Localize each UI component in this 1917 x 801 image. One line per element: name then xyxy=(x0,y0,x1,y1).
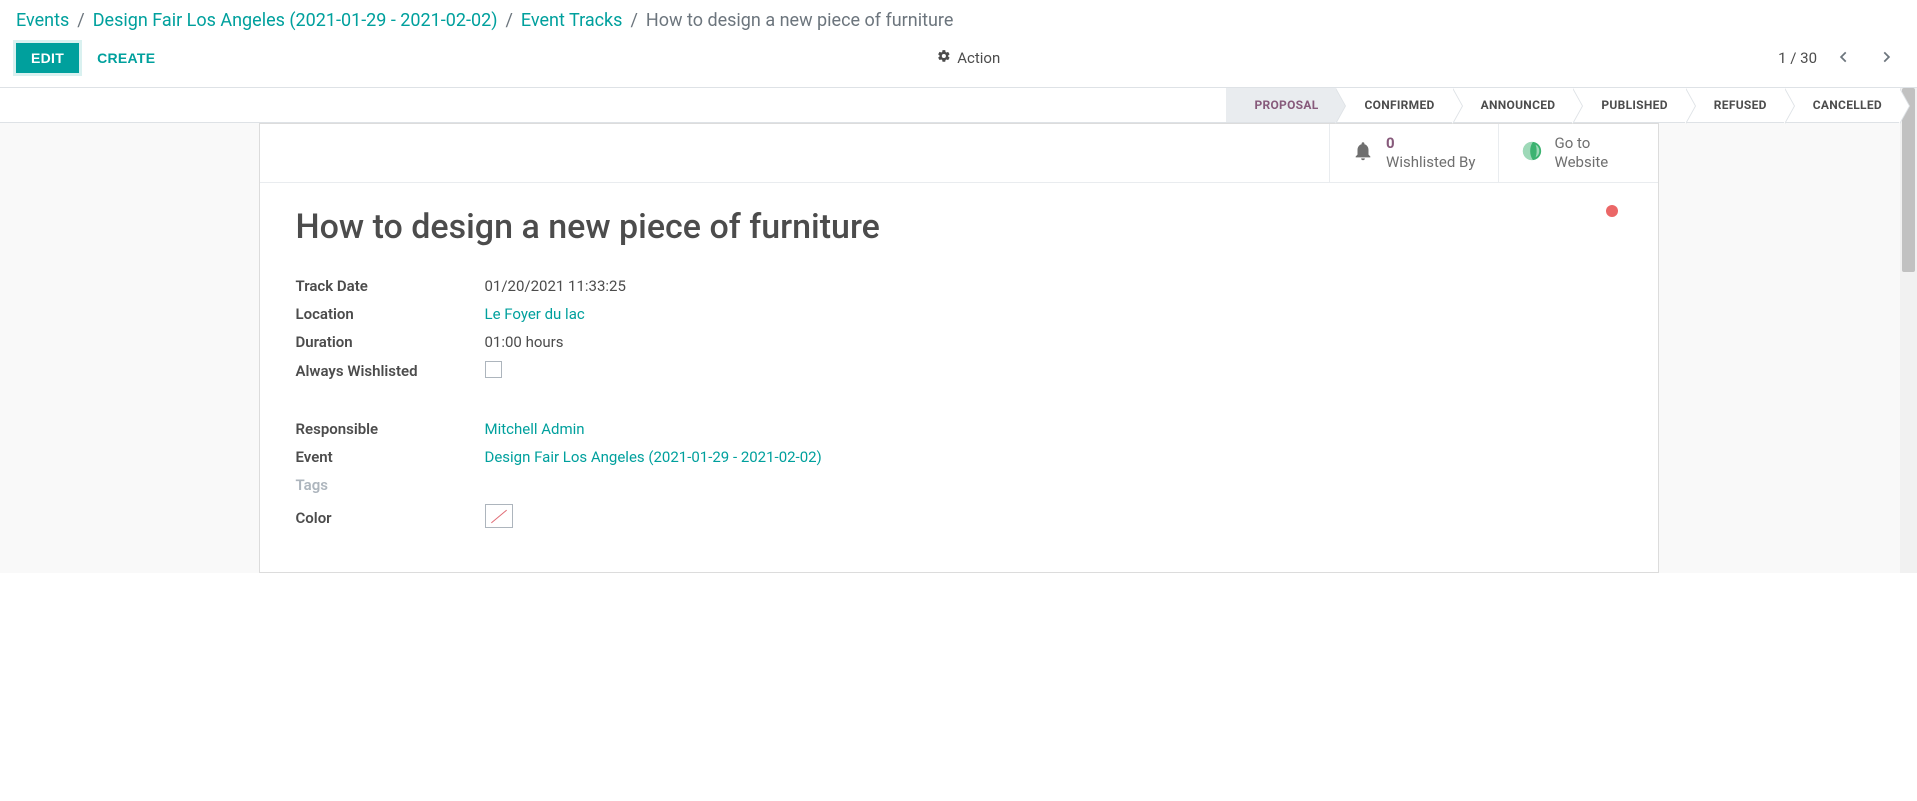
pager-counter[interactable]: 1 / 30 xyxy=(1778,49,1817,67)
wishlist-count: 0 xyxy=(1386,134,1475,153)
color-picker[interactable] xyxy=(485,504,513,528)
website-line2: Website xyxy=(1555,153,1609,172)
control-panel: Events Design Fair Los Angeles (2021-01-… xyxy=(0,0,1917,88)
label-event: Event xyxy=(296,448,481,466)
bell-icon xyxy=(1352,140,1374,166)
form-sheet: 0 Wishlisted By Go to Website How to xyxy=(259,123,1659,573)
label-location: Location xyxy=(296,305,481,323)
breadcrumb-event-tracks[interactable]: Event Tracks xyxy=(521,10,623,31)
value-location[interactable]: Le Foyer du lac xyxy=(485,305,585,323)
status-published[interactable]: Published xyxy=(1573,88,1685,122)
label-always-wishlisted: Always Wishlisted xyxy=(296,362,481,380)
wishlist-label: Wishlisted By xyxy=(1386,153,1475,172)
record-title: How to design a new piece of furniture xyxy=(296,207,1622,247)
breadcrumb: Events Design Fair Los Angeles (2021-01-… xyxy=(16,0,1901,37)
globe-icon xyxy=(1521,140,1543,166)
breadcrumb-event-name[interactable]: Design Fair Los Angeles (2021-01-29 - 20… xyxy=(93,10,498,31)
label-responsible: Responsible xyxy=(296,420,481,438)
wishlisted-by-button[interactable]: 0 Wishlisted By xyxy=(1329,124,1497,182)
status-confirmed[interactable]: Confirmed xyxy=(1336,88,1452,122)
status-refused[interactable]: Refused xyxy=(1686,88,1785,122)
action-dropdown[interactable]: Action xyxy=(937,49,1000,67)
status-cancelled[interactable]: Cancelled xyxy=(1785,88,1900,122)
form-view: Proposal Confirmed Announced Published R… xyxy=(0,88,1917,573)
create-button[interactable]: Create xyxy=(93,44,159,72)
stat-button-box: 0 Wishlisted By Go to Website xyxy=(260,124,1658,183)
edit-button[interactable]: Edit xyxy=(16,43,79,73)
vertical-scrollbar[interactable] xyxy=(1900,88,1917,573)
value-track-date: 01/20/2021 11:33:25 xyxy=(485,277,1196,295)
checkbox-always-wishlisted[interactable] xyxy=(485,361,502,378)
statusbar: Proposal Confirmed Announced Published R… xyxy=(0,88,1917,123)
website-line1: Go to xyxy=(1555,134,1609,153)
chevron-right-icon xyxy=(1879,49,1893,68)
pager-next-button[interactable] xyxy=(1871,43,1901,73)
label-color: Color xyxy=(296,509,481,527)
gear-icon xyxy=(937,49,951,67)
label-tags: Tags xyxy=(296,476,481,494)
form-fields: Track Date 01/20/2021 11:33:25 Location … xyxy=(296,277,1196,532)
pager-prev-button[interactable] xyxy=(1829,43,1859,73)
value-duration: 01:00 hours xyxy=(485,333,1196,351)
label-duration: Duration xyxy=(296,333,481,351)
chevron-left-icon xyxy=(1837,49,1851,68)
control-panel-bottom: Edit Create Action 1 / 30 xyxy=(16,37,1901,87)
value-event[interactable]: Design Fair Los Angeles (2021-01-29 - 20… xyxy=(485,448,822,466)
status-announced[interactable]: Announced xyxy=(1453,88,1574,122)
breadcrumb-current: How to design a new piece of furniture xyxy=(646,10,954,31)
status-proposal[interactable]: Proposal xyxy=(1226,88,1336,122)
action-label: Action xyxy=(957,49,1000,67)
kanban-state-button[interactable] xyxy=(1606,205,1618,217)
value-responsible[interactable]: Mitchell Admin xyxy=(485,420,585,438)
go-to-website-button[interactable]: Go to Website xyxy=(1498,124,1658,182)
label-track-date: Track Date xyxy=(296,277,481,295)
breadcrumb-events[interactable]: Events xyxy=(16,10,69,31)
